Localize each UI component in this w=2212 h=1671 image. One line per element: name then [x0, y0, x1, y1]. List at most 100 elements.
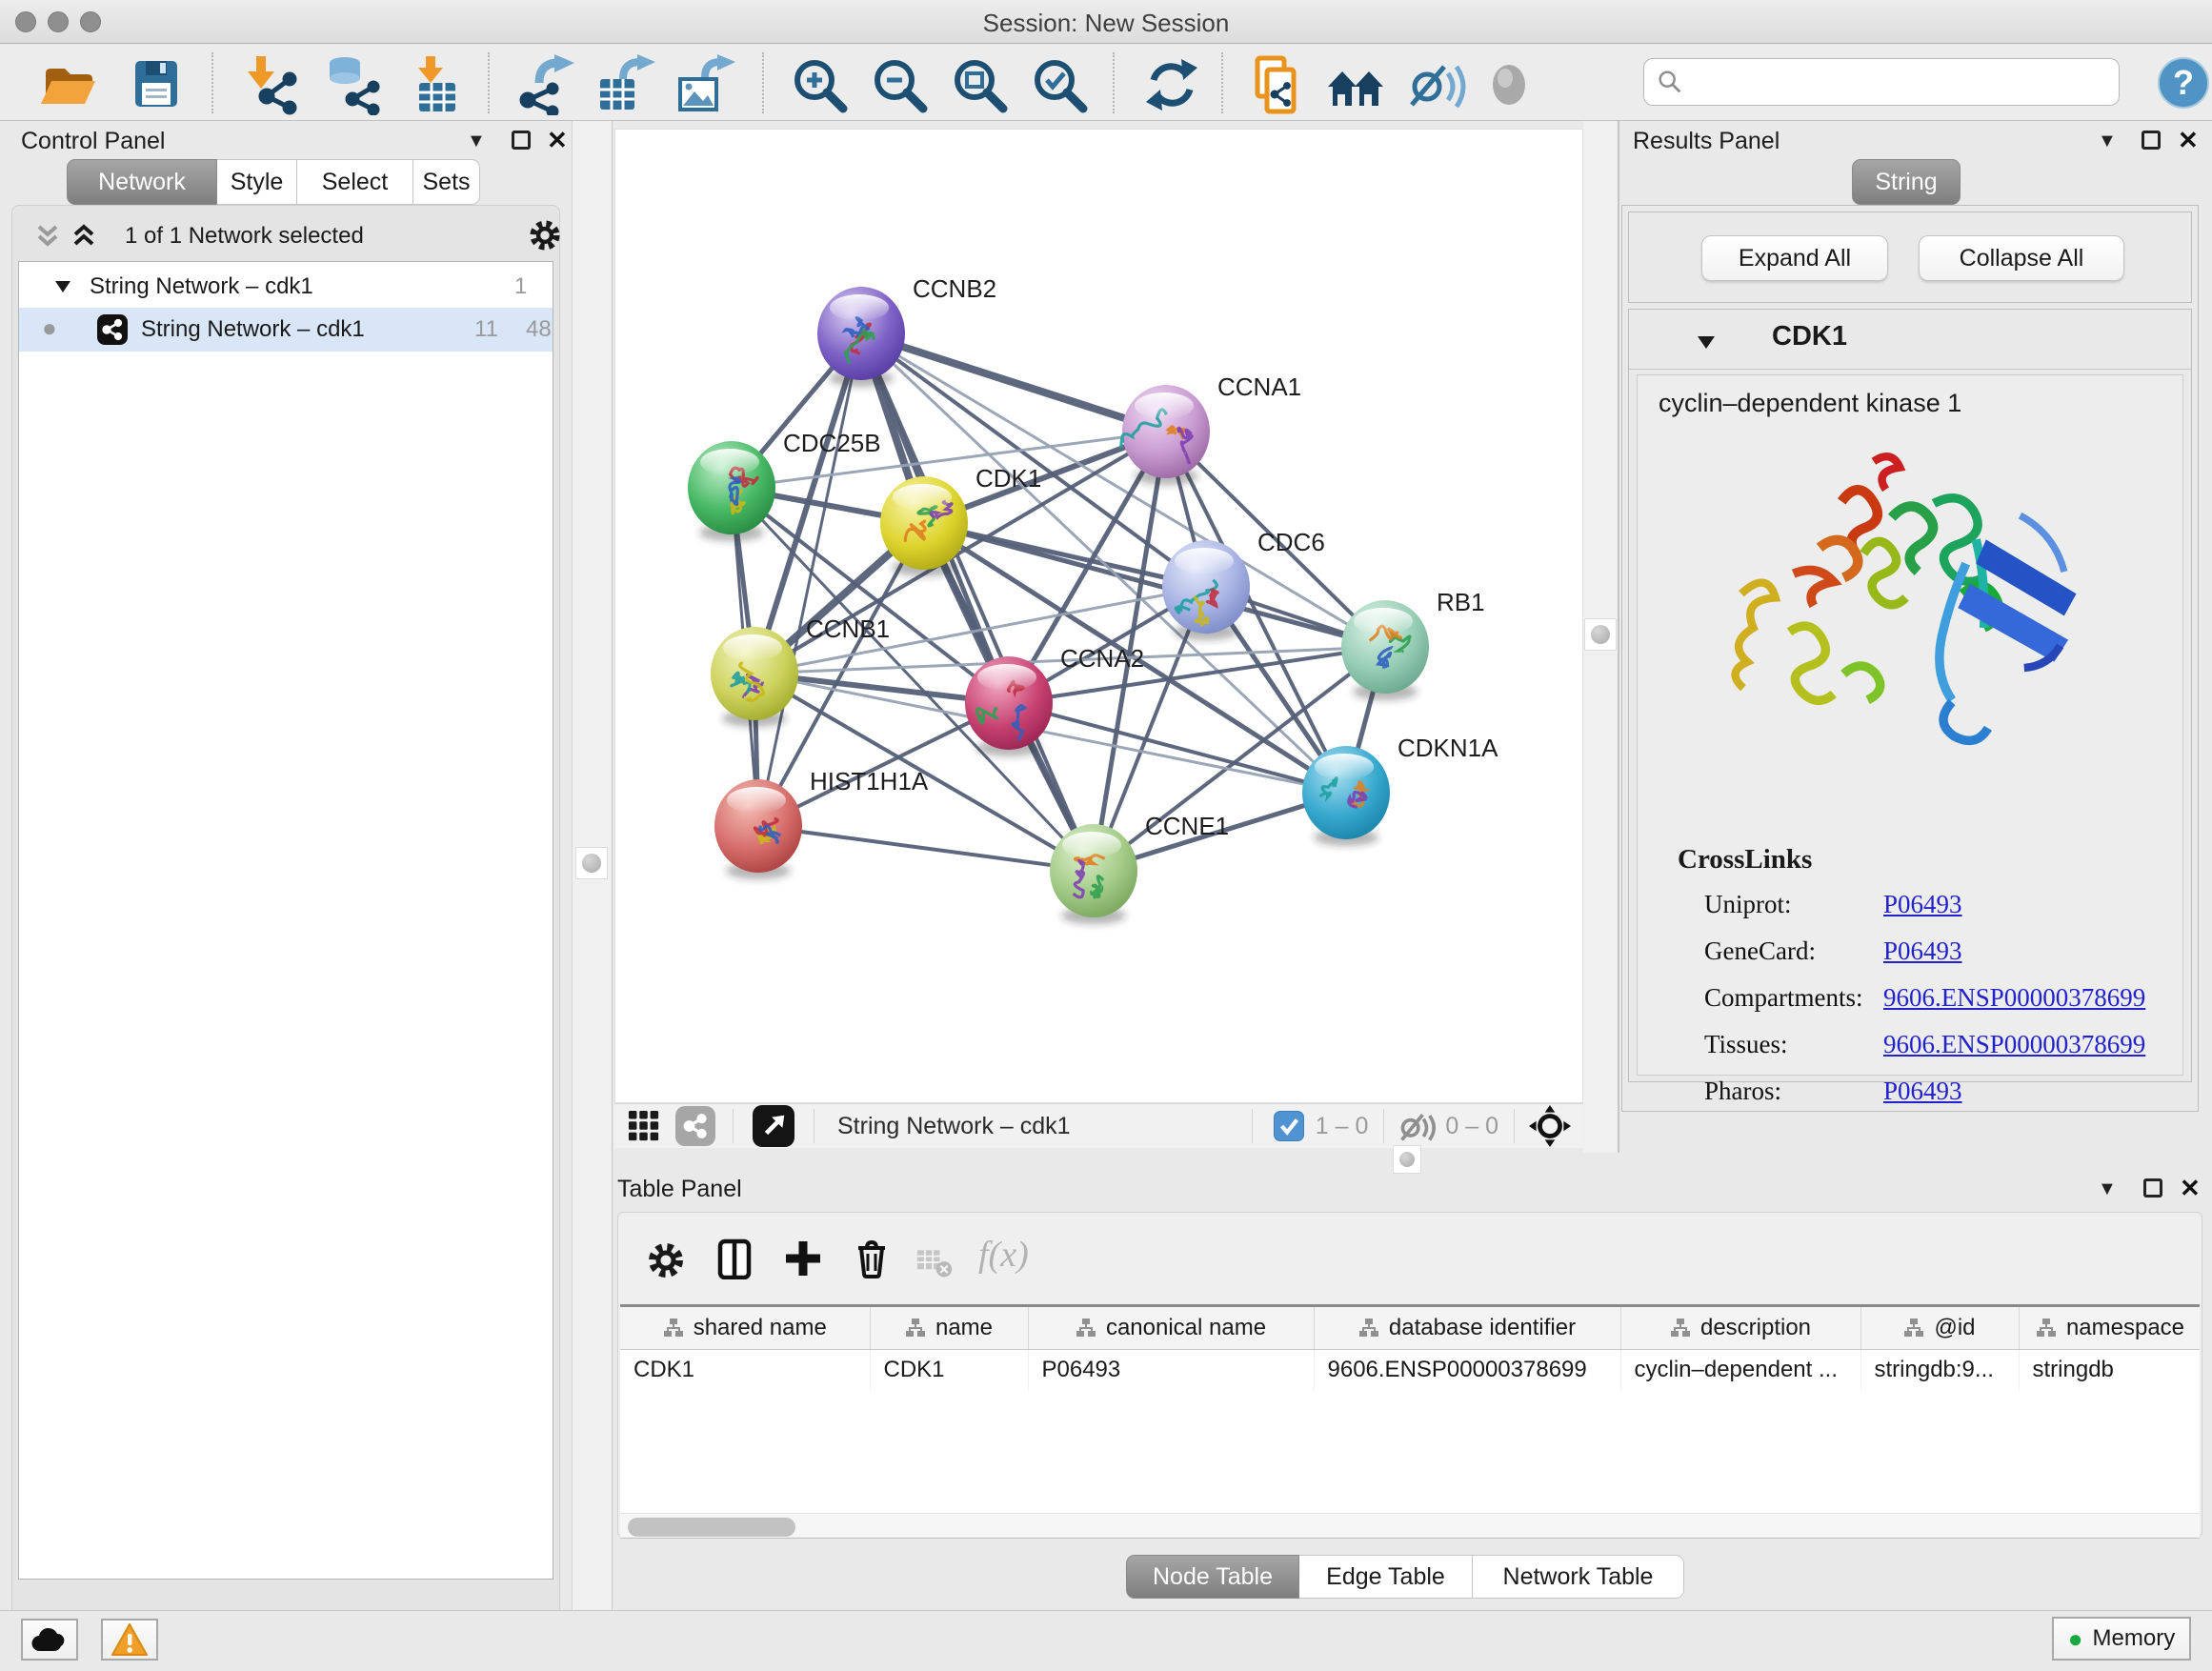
- table-hscrollbar-thumb[interactable]: [628, 1518, 795, 1537]
- birdseye-view-icon[interactable]: [753, 1105, 794, 1147]
- export-table-icon[interactable]: [594, 54, 655, 115]
- right-splitter-handle[interactable]: [1584, 618, 1617, 651]
- tab-select[interactable]: Select: [297, 159, 413, 205]
- collapse-all-icon[interactable]: [33, 221, 62, 250]
- table-panel-title: Table Panel: [617, 1176, 742, 1203]
- zoom-out-icon[interactable]: [869, 54, 930, 115]
- tab-network-table[interactable]: Network Table: [1473, 1555, 1684, 1599]
- network-node-ccne1[interactable]: CCNE1: [1050, 812, 1229, 924]
- control-panel-menu-icon[interactable]: ▼: [467, 131, 486, 152]
- add-column-icon[interactable]: [782, 1238, 824, 1279]
- control-panel-close-icon[interactable]: ✕: [547, 126, 568, 155]
- string-view-icon[interactable]: [675, 1106, 715, 1146]
- table-panel-menu-icon[interactable]: ▼: [2098, 1178, 2117, 1200]
- zoom-in-icon[interactable]: [789, 54, 850, 115]
- expand-all-button[interactable]: Expand All: [1701, 235, 1888, 281]
- collapse-all-button[interactable]: Collapse All: [1919, 235, 2124, 281]
- right-splitter[interactable]: [1583, 121, 1619, 1153]
- tree-expander-icon[interactable]: [53, 277, 72, 296]
- section-collapse-icon[interactable]: [1696, 332, 1717, 352]
- table-cell[interactable]: CDK1: [870, 1349, 1028, 1391]
- network-edge[interactable]: [758, 826, 1094, 871]
- results-panel-menu-icon[interactable]: ▼: [2098, 131, 2117, 152]
- network-edge[interactable]: [758, 333, 861, 826]
- tab-string[interactable]: String: [1852, 159, 1961, 205]
- open-in-string-icon[interactable]: [1246, 54, 1307, 115]
- tab-style[interactable]: Style: [217, 159, 297, 205]
- help-button[interactable]: ?: [2157, 56, 2210, 114]
- network-node-ccna1[interactable]: CCNA1: [1121, 372, 1301, 485]
- zoom-fit-icon[interactable]: [949, 54, 1010, 115]
- save-session-icon[interactable]: [126, 54, 187, 115]
- fit-center-crosshair-icon[interactable]: [1528, 1104, 1572, 1148]
- table-panel-close-icon[interactable]: ✕: [2180, 1174, 2201, 1203]
- table-panel-float-icon[interactable]: [2143, 1178, 2162, 1198]
- tab-network[interactable]: Network: [67, 159, 217, 205]
- column-header-namespace[interactable]: namespace: [2019, 1307, 2200, 1349]
- left-splitter-handle[interactable]: [575, 847, 608, 879]
- search-input[interactable]: [1684, 69, 2103, 95]
- table-cell[interactable]: P06493: [1028, 1349, 1314, 1391]
- tab-sets[interactable]: Sets: [413, 159, 480, 205]
- table-hscrollbar[interactable]: [620, 1513, 2200, 1539]
- hide-propagation-eye-icon[interactable]: [1406, 54, 1467, 115]
- node-label-cdc25b: CDC25B: [783, 429, 881, 457]
- network-collection-row[interactable]: String Network – cdk1 1: [19, 266, 553, 308]
- node-label-hist1h1a: HIST1H1A: [810, 767, 929, 795]
- network-row-selected[interactable]: ● String Network – cdk1 11 48: [19, 308, 553, 352]
- network-options-gear-icon[interactable]: [527, 217, 563, 253]
- memory-button[interactable]: ● Memory: [2052, 1617, 2191, 1661]
- column-header-database-identifier[interactable]: database identifier: [1314, 1307, 1620, 1349]
- selected-checkbox-icon[interactable]: [1274, 1111, 1304, 1141]
- column-header-canonical-name[interactable]: canonical name: [1028, 1307, 1314, 1349]
- table-panel: Table Panel ▼ ✕ f(x) shared namenamecano…: [591, 1172, 2212, 1610]
- network-node-cdc25b[interactable]: CDC25B: [688, 429, 881, 541]
- table-cell[interactable]: cyclin–dependent ...: [1620, 1349, 1860, 1391]
- string-home-icon[interactable]: [1326, 54, 1387, 115]
- results-panel-float-icon[interactable]: [2142, 131, 2161, 150]
- control-panel-float-icon[interactable]: [512, 131, 531, 150]
- table-gear-icon[interactable]: [645, 1239, 687, 1281]
- export-image-icon[interactable]: [674, 54, 735, 115]
- show-columns-icon[interactable]: [714, 1238, 755, 1279]
- crosslink-link[interactable]: P06493: [1883, 936, 1962, 966]
- network-edge[interactable]: [861, 333, 1166, 432]
- network-node-rb1[interactable]: RB1: [1341, 588, 1485, 700]
- column-header-description[interactable]: description: [1620, 1307, 1860, 1349]
- crosslink-link[interactable]: P06493: [1883, 1077, 1962, 1106]
- crosslink-link[interactable]: P06493: [1883, 890, 1962, 919]
- hidden-node-edge-counts: 0 – 0: [1445, 1113, 1498, 1140]
- grid-view-icon[interactable]: [628, 1110, 660, 1142]
- crosslink-link[interactable]: 9606.ENSP00000378699: [1883, 983, 2145, 1013]
- warnings-button[interactable]: [101, 1619, 158, 1661]
- import-table-file-icon[interactable]: [404, 54, 465, 115]
- network-canvas[interactable]: CCNB2CCNA1CDC25BCDK1CDC6RB1CCNB1CCNA2CDK…: [614, 129, 1583, 1103]
- table-cell[interactable]: stringdb: [2019, 1349, 2200, 1391]
- table-cell[interactable]: CDK1: [620, 1349, 870, 1391]
- export-network-icon[interactable]: [514, 54, 575, 115]
- network-node-cdkn1a[interactable]: CDKN1A: [1302, 734, 1498, 846]
- search-field[interactable]: [1643, 58, 2120, 106]
- import-network-file-icon[interactable]: [240, 54, 301, 115]
- table-cell[interactable]: 9606.ENSP00000378699: [1314, 1349, 1620, 1391]
- crosslink-link[interactable]: 9606.ENSP00000378699: [1883, 1030, 2145, 1059]
- column-header-shared-name[interactable]: shared name: [620, 1307, 870, 1349]
- table-row[interactable]: CDK1CDK1P064939606.ENSP00000378699cyclin…: [620, 1349, 2200, 1391]
- expand-all-icon[interactable]: [70, 221, 98, 250]
- results-panel-close-icon[interactable]: ✕: [2178, 126, 2199, 155]
- column-header-name[interactable]: name: [870, 1307, 1028, 1349]
- horizontal-splitter[interactable]: [591, 1153, 2212, 1172]
- tab-edge-table[interactable]: Edge Table: [1299, 1555, 1473, 1599]
- horizontal-splitter-handle[interactable]: [1393, 1145, 1421, 1174]
- network-node-hist1h1a[interactable]: HIST1H1A: [714, 767, 929, 879]
- refresh-icon[interactable]: [1141, 54, 1202, 115]
- cloud-status-button[interactable]: [21, 1619, 78, 1661]
- open-session-icon[interactable]: [38, 54, 99, 115]
- table-cell[interactable]: stringdb:9...: [1860, 1349, 2019, 1391]
- tab-node-table[interactable]: Node Table: [1126, 1555, 1299, 1599]
- delete-column-icon[interactable]: [851, 1238, 893, 1279]
- import-network-database-icon[interactable]: [322, 54, 383, 115]
- column-header--id[interactable]: @id: [1860, 1307, 2019, 1349]
- zoom-selected-icon[interactable]: [1029, 54, 1090, 115]
- node-table[interactable]: shared namenamecanonical namedatabase id…: [620, 1304, 2200, 1539]
